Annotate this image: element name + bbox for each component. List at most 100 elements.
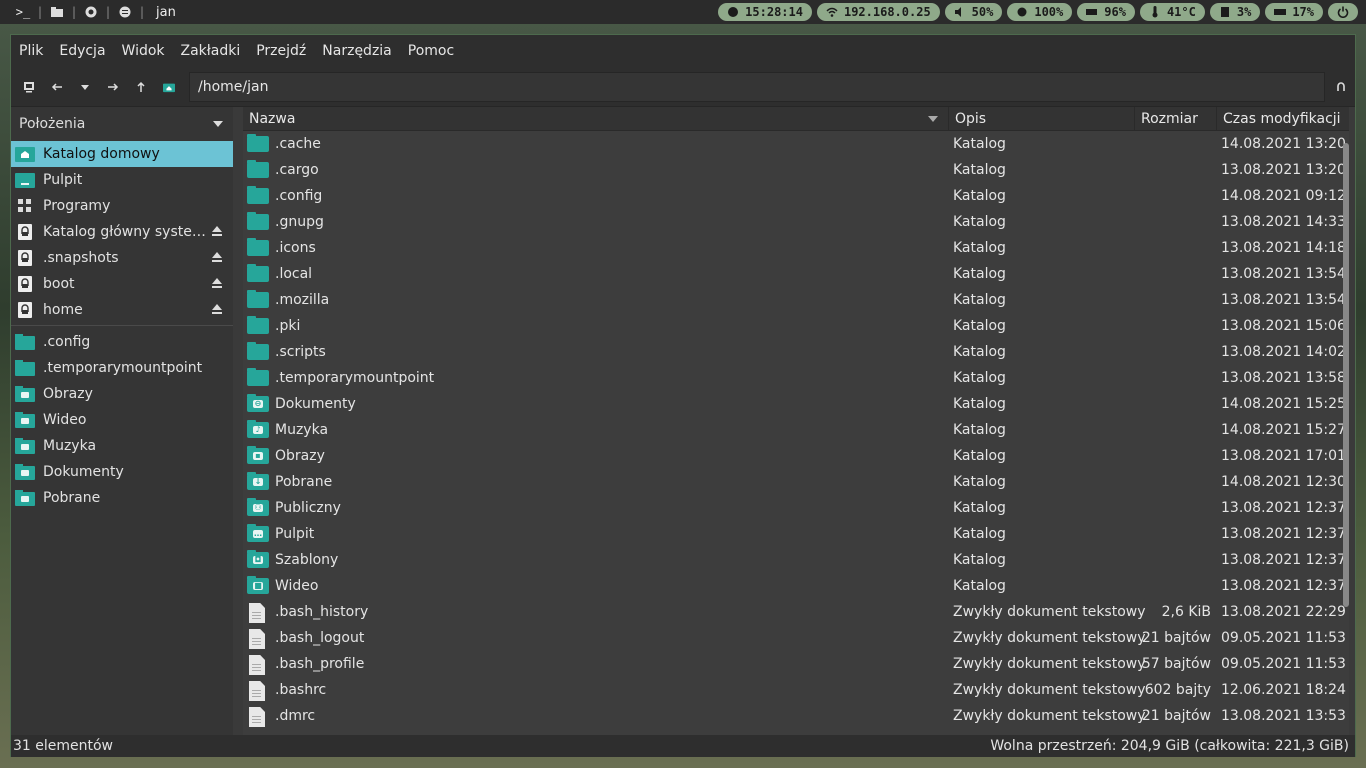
sidebar-header[interactable]: Położenia bbox=[11, 107, 233, 141]
file-row[interactable]: .bash_profile Zwykły dokument tekstowy 57 … bbox=[243, 651, 1349, 677]
column-name-label: Nazwa bbox=[249, 110, 296, 127]
file-name: .bashrc bbox=[275, 682, 327, 698]
folder-icon[interactable] bbox=[44, 0, 70, 24]
file-row[interactable]: ■ Wideo Katalog 13.08.2021 12:37 bbox=[243, 573, 1349, 599]
file-desc: Katalog bbox=[953, 448, 1006, 464]
eject-icon[interactable] bbox=[211, 251, 223, 263]
file-row[interactable]: ⊖ Dokumenty Katalog 14.08.2021 15:25 bbox=[243, 391, 1349, 417]
file-row[interactable]: ♪ Muzyka Katalog 14.08.2021 15:27 bbox=[243, 417, 1349, 443]
power-button[interactable] bbox=[1328, 3, 1358, 21]
column-desc[interactable]: Opis bbox=[949, 107, 1135, 131]
menu-6[interactable]: Pomoc bbox=[400, 35, 462, 67]
column-size[interactable]: Rozmiar bbox=[1135, 107, 1217, 131]
drive-icon bbox=[15, 275, 35, 293]
item-count: 31 elementów bbox=[13, 738, 114, 754]
file-row[interactable]: ▪ Obrazy Katalog 13.08.2021 17:01 bbox=[243, 443, 1349, 469]
file-row[interactable]: .pki Katalog 13.08.2021 15:06 bbox=[243, 313, 1349, 339]
terminal-icon[interactable]: >_ bbox=[10, 0, 36, 24]
history-dropdown-button[interactable] bbox=[71, 73, 99, 101]
file-row[interactable]: .bash_logout Zwykły dokument tekstowy 21 b… bbox=[243, 625, 1349, 651]
folder-icon: ♪ bbox=[247, 420, 269, 439]
menu-bar: Plik Edycja Widok Zakładki Przejdź Narzędzia P… bbox=[11, 35, 1355, 67]
sidebar-item-pobrane[interactable]: Pobrane bbox=[11, 485, 233, 511]
file-row[interactable]: .temporarymountpoint Katalog 13.08.2021 13… bbox=[243, 365, 1349, 391]
cpu-widget[interactable]: 3% bbox=[1209, 3, 1261, 21]
eject-icon[interactable] bbox=[211, 277, 223, 289]
sidebar-item-dokumenty[interactable]: Dokumenty bbox=[11, 459, 233, 485]
scrollbar[interactable] bbox=[1343, 143, 1349, 607]
file-row[interactable]: ↓ Pobrane Katalog 14.08.2021 12:30 bbox=[243, 469, 1349, 495]
location-bar[interactable]: /home/jan bbox=[189, 71, 1325, 102]
forward-button[interactable] bbox=[99, 73, 127, 101]
file-row[interactable]: ⚇ Publiczny Katalog 13.08.2021 12:37 bbox=[243, 495, 1349, 521]
column-time[interactable]: Czas modyfikacji bbox=[1217, 107, 1341, 131]
file-row[interactable]: … Pulpit Katalog 13.08.2021 12:37 bbox=[243, 521, 1349, 547]
file-row[interactable]: .bash_history Zwykły dokument tekstowy 2,6… bbox=[243, 599, 1349, 625]
file-desc: Katalog bbox=[953, 500, 1006, 516]
file-desc: Katalog bbox=[953, 422, 1006, 438]
sidebar-item-obrazy[interactable]: Obrazy bbox=[11, 381, 233, 407]
eject-icon[interactable] bbox=[211, 303, 223, 315]
text-document-icon bbox=[247, 655, 269, 675]
column-name[interactable]: Nazwa bbox=[243, 107, 949, 131]
text-document-icon bbox=[247, 629, 269, 649]
battery-widget[interactable]: 96% bbox=[1077, 3, 1135, 21]
menu-0[interactable]: Plik bbox=[11, 35, 51, 67]
folder-icon bbox=[247, 290, 269, 309]
temperature-widget[interactable]: 41°C bbox=[1139, 3, 1205, 21]
sidebar-item-snapshots[interactable]: .snapshots bbox=[11, 245, 233, 271]
file-row[interactable]: .bashrc Zwykły dokument tekstowy 602 bajty… bbox=[243, 677, 1349, 703]
file-row[interactable]: .gnupg Katalog 13.08.2021 14:33 bbox=[243, 209, 1349, 235]
sidebar-item-katalog-domowy[interactable]: Katalog domowy bbox=[11, 141, 233, 167]
network-widget[interactable]: 192.168.0.25 bbox=[816, 3, 940, 21]
sidebar-item-label: Dokumenty bbox=[43, 464, 124, 480]
ram-widget[interactable]: 17% bbox=[1265, 3, 1323, 21]
sidebar-item-config[interactable]: .config bbox=[11, 329, 233, 355]
menu-5[interactable]: Narzędzia bbox=[314, 35, 399, 67]
file-row[interactable]: .cache Katalog 14.08.2021 13:20 bbox=[243, 131, 1349, 157]
volume-widget[interactable]: 50% bbox=[944, 3, 1003, 21]
up-button[interactable] bbox=[127, 73, 155, 101]
free-space: Wolna przestrzeń: 204,9 GiB (całkowita: … bbox=[990, 738, 1349, 754]
music-player-icon[interactable] bbox=[112, 0, 138, 24]
sidebar-item-boot[interactable]: boot bbox=[11, 271, 233, 297]
sidebar-toggle-icon[interactable] bbox=[1327, 81, 1355, 92]
file-time: 13.08.2021 15:06 bbox=[1221, 318, 1346, 334]
file-row[interactable]: .cargo Katalog 13.08.2021 13:20 bbox=[243, 157, 1349, 183]
file-row[interactable]: .icons Katalog 13.08.2021 14:18 bbox=[243, 235, 1349, 261]
folder-icon bbox=[247, 368, 269, 387]
sidebar-item-temporarymountpoint[interactable]: .temporarymountpoint bbox=[11, 355, 233, 381]
folder-icon bbox=[15, 359, 35, 377]
brightness-widget[interactable]: 100% bbox=[1007, 3, 1073, 21]
file-row[interactable]: .scripts Katalog 13.08.2021 14:02 bbox=[243, 339, 1349, 365]
sidebar-item-katalog-g-wny-syste[interactable]: Katalog główny syste… bbox=[11, 219, 233, 245]
sidebar-item-wideo[interactable]: Wideo bbox=[11, 407, 233, 433]
file-name: .icons bbox=[275, 240, 316, 256]
sidebar-item-programy[interactable]: Programy bbox=[11, 193, 233, 219]
drive-icon bbox=[15, 249, 35, 267]
file-row[interactable]: .mozilla Katalog 13.08.2021 13:54 bbox=[243, 287, 1349, 313]
chevron-down-icon bbox=[213, 121, 223, 127]
new-window-button[interactable] bbox=[15, 73, 43, 101]
sidebar-item-muzyka[interactable]: Muzyka bbox=[11, 433, 233, 459]
menu-4[interactable]: Przejdź bbox=[248, 35, 314, 67]
back-button[interactable] bbox=[43, 73, 71, 101]
menu-1[interactable]: Edycja bbox=[51, 35, 113, 67]
sidebar-item-home[interactable]: home bbox=[11, 297, 233, 323]
sidebar-item-pulpit[interactable]: Pulpit bbox=[11, 167, 233, 193]
menu-2[interactable]: Widok bbox=[114, 35, 173, 67]
eject-icon[interactable] bbox=[211, 225, 223, 237]
file-row[interactable]: .dmrc Zwykły dokument tekstowy 21 bajtów 13… bbox=[243, 703, 1349, 729]
browser-icon[interactable] bbox=[78, 0, 104, 24]
file-name: .config bbox=[275, 188, 323, 204]
file-list: Nazwa Opis Rozmiar Czas modyfikacji .cac… bbox=[243, 107, 1349, 735]
file-manager-window: Plik Edycja Widok Zakładki Przejdź Narzędzia P… bbox=[10, 34, 1356, 757]
clock-widget[interactable]: 15:28:14 bbox=[718, 3, 812, 21]
file-row[interactable]: .local Katalog 13.08.2021 13:54 bbox=[243, 261, 1349, 287]
drive-icon bbox=[15, 301, 35, 319]
menu-3[interactable]: Zakładki bbox=[173, 35, 249, 67]
file-row[interactable]: ◘ Szablony Katalog 13.08.2021 12:37 bbox=[243, 547, 1349, 573]
home-button[interactable] bbox=[155, 73, 183, 101]
file-desc: Katalog bbox=[953, 292, 1006, 308]
file-row[interactable]: .config Katalog 14.08.2021 09:12 bbox=[243, 183, 1349, 209]
